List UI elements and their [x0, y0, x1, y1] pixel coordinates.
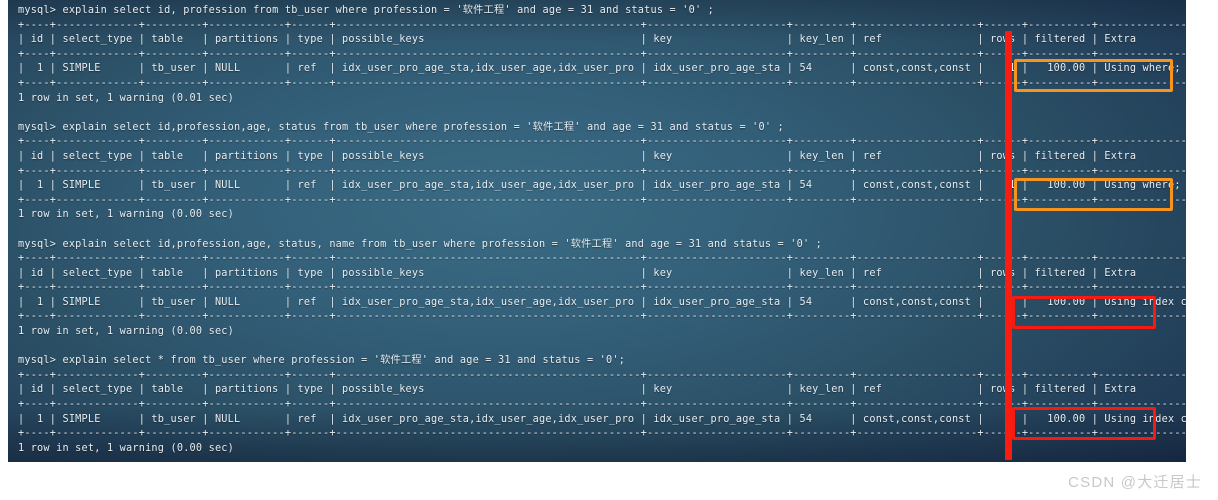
query-block-4-row: | 1 | SIMPLE | tb_user | NULL | ref | id… — [18, 413, 1186, 425]
query-block-2-rule-bot: +----+-------------+---------+----------… — [18, 194, 1186, 206]
query-block-3-header: | id | select_type | table | partitions … — [18, 267, 1186, 279]
query-block-4-footer: 1 row in set, 1 warning (0.00 sec) — [18, 442, 235, 454]
query-block-2-rule-top: +----+-------------+---------+----------… — [18, 136, 1186, 148]
screenshot-root: mysql> explain select id, profession fro… — [0, 0, 1218, 500]
query-block-2-footer: 1 row in set, 1 warning (0.00 sec) — [18, 209, 235, 221]
query-block-3-command: mysql> explain select id,profession,age,… — [18, 238, 823, 250]
query-block-3-footer: 1 row in set, 1 warning (0.00 sec) — [18, 326, 235, 338]
query-block-2-header: | id | select_type | table | partitions … — [18, 150, 1186, 162]
terminal-content: mysql> explain select id, profession fro… — [8, 0, 1186, 462]
query-block-4-rule-top: +----+-------------+---------+----------… — [18, 369, 1186, 381]
query-block-2-command: mysql> explain select id,profession,age,… — [18, 121, 784, 133]
query-block-2-row: | 1 | SIMPLE | tb_user | NULL | ref | id… — [18, 180, 1186, 192]
query-block-2-rule-mid: +----+-------------+---------+----------… — [18, 165, 1186, 177]
mysql-terminal-window[interactable]: mysql> explain select id, profession fro… — [8, 0, 1186, 462]
query-block-1-rule-mid: +----+-------------+---------+----------… — [18, 48, 1186, 60]
query-block-4-rule-mid: +----+-------------+---------+----------… — [18, 399, 1186, 411]
query-block-3-rule-mid: +----+-------------+---------+----------… — [18, 282, 1186, 294]
query-block-1-header: | id | select_type | table | partitions … — [18, 34, 1186, 46]
query-block-1-rule-top: +----+-------------+---------+----------… — [18, 19, 1186, 31]
query-block-1-row: | 1 | SIMPLE | tb_user | NULL | ref | id… — [18, 63, 1186, 75]
csdn-watermark: CSDN @大迁居士 — [1068, 474, 1202, 491]
query-block-1-command: mysql> explain select id, profession fro… — [18, 5, 715, 16]
query-block-3-rule-bot: +----+-------------+---------+----------… — [18, 311, 1186, 323]
query-block-3-rule-top: +----+-------------+---------+----------… — [18, 253, 1186, 265]
query-block-4-header: | id | select_type | table | partitions … — [18, 384, 1186, 396]
query-block-4-rule-bot: +----+-------------+---------+----------… — [18, 428, 1186, 440]
query-block-3-row: | 1 | SIMPLE | tb_user | NULL | ref | id… — [18, 296, 1186, 308]
query-block-1-rule-bot: +----+-------------+---------+----------… — [18, 77, 1186, 89]
query-block-4-command: mysql> explain select * from tb_user whe… — [18, 355, 626, 367]
query-block-1-footer: 1 row in set, 1 warning (0.01 sec) — [18, 92, 235, 104]
